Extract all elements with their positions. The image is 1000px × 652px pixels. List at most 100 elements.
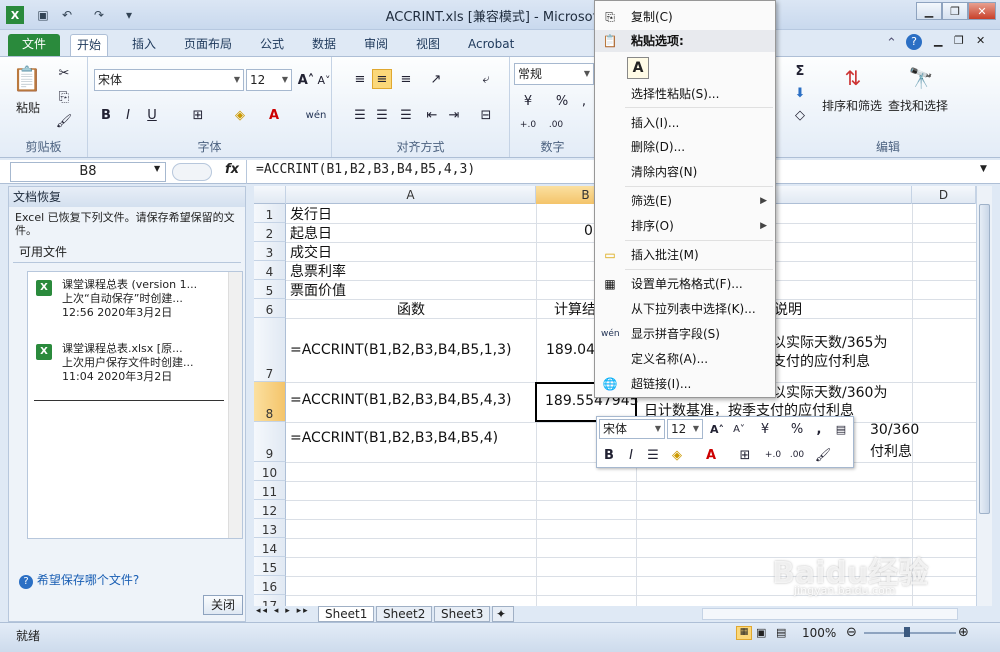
row-header[interactable]: 4 [254,261,286,280]
align-center-icon[interactable]: ☰ [372,105,392,125]
tab-view[interactable]: 视图 [410,34,446,56]
menu-paste-special[interactable]: 选择性粘贴(S)... [595,83,775,105]
insert-sheet-icon[interactable]: ✦ [492,606,514,622]
cell-a8[interactable]: =ACCRINT(B1,B2,B3,B4,B5,4,3) [290,392,512,408]
mini-percent-button[interactable]: % [787,419,807,439]
cell-c6[interactable]: 说明 [774,299,802,319]
expand-formula-icon[interactable]: ▼ [980,164,987,174]
tab-formulas[interactable]: 公式 [254,34,290,56]
grow-font-icon[interactable]: A˄ [296,70,316,90]
vertical-scrollbar[interactable] [976,186,992,606]
mini-shrink-font-icon[interactable]: A˅ [729,419,749,439]
paste-values-button[interactable]: A [627,57,649,79]
bold-button[interactable]: B [96,105,116,125]
mini-font-combo[interactable]: 宋体 ▼ [599,419,665,439]
row-header[interactable]: 2 [254,223,286,242]
shrink-font-icon[interactable]: A˅ [314,70,334,90]
borders-icon[interactable]: ⊞ [188,105,208,125]
close-doc-icon[interactable]: ✕ [976,34,985,47]
sheet-tab-3[interactable]: Sheet3 [434,606,491,622]
menu-filter[interactable]: 筛选(E) ▶ [595,190,775,212]
mini-increase-decimal-icon[interactable]: +.0 [763,445,783,465]
row-header[interactable]: 6 [254,299,286,318]
mini-align-center-icon[interactable]: ☰ [643,445,663,465]
sheet-tab-1[interactable]: Sheet1 [318,606,375,622]
restore-doc-icon[interactable]: ❐ [954,34,964,47]
font-size-combo[interactable]: 12 ▼ [246,69,292,91]
tab-insert[interactable]: 插入 [126,34,162,56]
row-header[interactable]: 8 [254,382,286,422]
zoom-slider-thumb[interactable] [904,627,910,637]
file-list-scrollbar[interactable] [228,272,242,538]
sort-filter-label[interactable]: 排序和筛选 [822,97,882,114]
sheet-tab-2[interactable]: Sheet2 [376,606,433,622]
cell-a9[interactable]: =ACCRINT(B1,B2,B3,B4,B5,4) [290,430,498,446]
number-format-combo[interactable]: 常规 ▼ [514,63,594,85]
menu-define-name[interactable]: 定义名称(A)... [595,348,775,370]
phonetic-icon[interactable]: wén [306,105,327,125]
paste-icon[interactable]: 📋 [12,63,42,95]
mini-size-combo[interactable]: 12 ▼ [667,419,703,439]
italic-button[interactable]: I [118,105,138,125]
fill-color-icon[interactable]: ◈ [230,105,250,125]
restore-button[interactable]: ❐ [942,2,968,20]
cell-a6[interactable]: 函数 [286,299,536,319]
mini-bold-button[interactable]: B [599,445,619,465]
cell-c9-line1[interactable]: 30/360 [870,422,919,438]
orientation-icon[interactable]: ↗ [426,69,446,89]
cut-icon[interactable]: ✂ [54,63,74,83]
cell-c7-line1[interactable]: 以实际天数/365为 [772,332,887,352]
cell-a1[interactable]: 发行日 [290,204,332,224]
tab-review[interactable]: 审阅 [358,34,394,56]
cell-a4[interactable]: 息票利率 [290,261,346,281]
menu-pick-list[interactable]: 从下拉列表中选择(K)... [595,298,775,320]
menu-copy[interactable]: ⎘ 复制(C) [595,6,775,28]
menu-format-cells[interactable]: ▦ 设置单元格格式(F)... [595,273,775,295]
formula-input[interactable]: =ACCRINT(B1,B2,B3,B4,B5,4,3) [256,162,475,177]
copy-icon[interactable]: ⎘ [54,87,74,107]
mini-currency-icon[interactable]: ¥ [755,419,775,439]
menu-clear[interactable]: 清除内容(N) [595,161,775,183]
tab-page-layout[interactable]: 页面布局 [178,34,238,56]
name-box[interactable]: B8 [10,162,166,182]
align-bottom-icon[interactable]: ≡ [396,69,416,89]
row-header[interactable]: 14 [254,538,286,557]
row-header[interactable]: 5 [254,280,286,299]
cell-c8-line1[interactable]: 以实际天数/360为 [772,382,887,402]
page-break-view-icon[interactable]: ▤ [776,626,786,639]
decrease-indent-icon[interactable]: ⇤ [422,105,442,125]
row-header[interactable]: 15 [254,557,286,576]
page-layout-view-icon[interactable]: ▣ [756,626,766,639]
cell-c7-line2[interactable]: 支付的应付利息 [772,351,870,371]
paste-label[interactable]: 粘贴 [16,99,40,116]
align-left-icon[interactable]: ☰ [350,105,370,125]
menu-phonetic[interactable]: wén 显示拼音字段(S) [595,323,775,345]
zoom-out-icon[interactable]: ⊖ [846,625,857,640]
merge-center-icon[interactable]: ⊟ [476,105,496,125]
mini-italic-button[interactable]: I [621,445,641,465]
menu-sort[interactable]: 排序(O) ▶ [595,215,775,237]
zoom-in-icon[interactable]: ⊕ [958,625,969,640]
cell-a2[interactable]: 起息日 [290,223,332,243]
fill-icon[interactable]: ⬇ [790,83,810,103]
select-all-corner[interactable] [254,186,286,204]
mini-format-painter-icon[interactable]: 🖌 [813,445,833,465]
cell-a3[interactable]: 成交日 [290,242,332,262]
font-color-icon[interactable]: A [264,105,284,125]
align-top-icon[interactable]: ≡ [350,69,370,89]
find-select-label[interactable]: 查找和选择 [888,97,948,114]
name-box-dropdown-icon[interactable]: ▼ [154,164,160,173]
recovery-file-item[interactable]: X 课堂课程总表 (version 1... 上次“自动保存”时创建... 12… [36,278,226,320]
row-header[interactable]: 13 [254,519,286,538]
cell-c9-line2[interactable]: 付利息 [870,441,912,461]
percent-button[interactable]: % [552,91,572,111]
insert-function-button[interactable]: fx [225,162,239,177]
help-icon[interactable]: ? [906,34,922,50]
font-name-combo[interactable]: 宋体 ▼ [94,69,244,91]
cell-b7[interactable]: 189.04 [546,342,595,358]
row-header[interactable]: 16 [254,576,286,595]
row-header[interactable]: 9 [254,422,286,462]
minimize-button[interactable]: ▁ [916,2,942,20]
row-header[interactable]: 17 [254,595,286,606]
row-header[interactable]: 11 [254,481,286,500]
